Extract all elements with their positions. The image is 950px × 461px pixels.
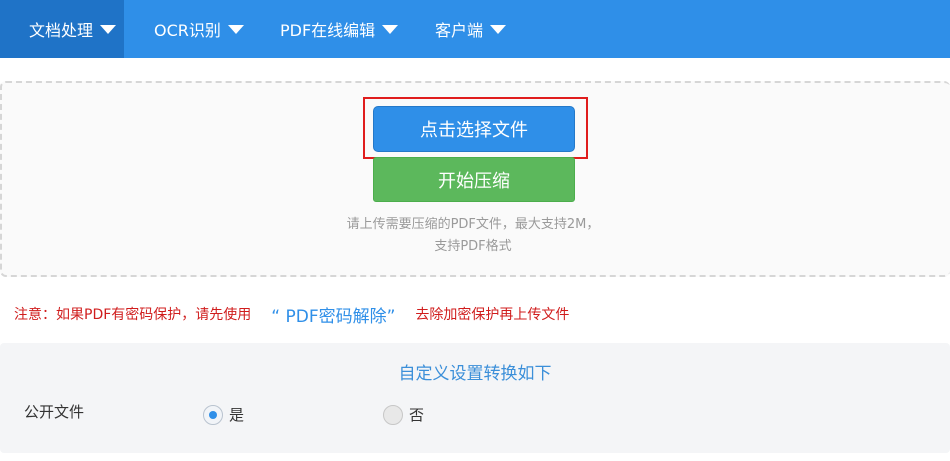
select-file-button[interactable]: 点击选择文件 — [373, 106, 575, 152]
select-file-button-label: 点击选择文件 — [420, 120, 528, 141]
upload-hint-line-2: 支持PDF格式 — [434, 239, 512, 254]
caret-down-icon — [227, 24, 244, 34]
top-navigation: 文档处理 OCR识别 PDF在线编辑 客户端 — [0, 0, 950, 58]
caret-down-icon — [100, 24, 117, 34]
nav-item-ocr[interactable]: OCR识别 — [124, 0, 250, 58]
caret-down-icon — [490, 24, 507, 34]
nav-item-document-processing[interactable]: 文档处理 — [0, 0, 124, 58]
notice-suffix: 去除加密保护再上传文件 — [415, 307, 570, 323]
nav-item-client[interactable]: 客户端 — [405, 0, 525, 58]
notice-prefix: 注意：如果PDF有密码保护，请先使用 — [14, 307, 252, 323]
nav-item-label: 文档处理 — [29, 21, 94, 40]
pdf-password-remove-link[interactable]: “ PDF密码解除” — [271, 302, 395, 327]
upload-hint-line-1: 请上传需要压缩的PDF文件，最大支持2M， — [346, 217, 600, 232]
start-compress-button-label: 开始压缩 — [438, 170, 510, 192]
public-file-no-radio[interactable]: 否 — [383, 404, 424, 425]
radio-label-yes: 是 — [229, 406, 245, 424]
public-file-label: 公开文件 — [24, 403, 85, 421]
nav-item-label: PDF在线编辑 — [280, 21, 376, 40]
nav-item-pdf-online-edit[interactable]: PDF在线编辑 — [250, 0, 405, 58]
nav-item-label: OCR识别 — [154, 21, 221, 40]
public-file-yes-radio[interactable]: 是 — [203, 404, 244, 425]
upload-hint: 请上传需要压缩的PDF文件，最大支持2M， 支持PDF格式 — [300, 214, 646, 258]
radio-label-no: 否 — [409, 406, 425, 424]
start-compress-button[interactable]: 开始压缩 — [373, 157, 575, 202]
settings-panel: 自定义设置转换如下 公开文件 是 否 — [0, 343, 950, 453]
radio-unchecked-icon — [383, 404, 403, 425]
password-notice: 注意：如果PDF有密码保护，请先使用 “ PDF密码解除” 去除加密保护再上传文… — [14, 302, 570, 327]
caret-down-icon — [382, 24, 399, 34]
nav-item-label: 客户端 — [435, 21, 484, 40]
radio-checked-icon — [203, 404, 223, 425]
settings-title: 自定义设置转换如下 — [398, 364, 552, 384]
